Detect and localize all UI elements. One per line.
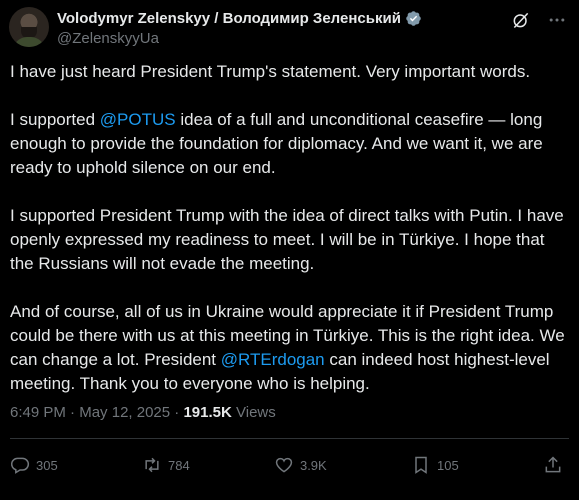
- paragraph-3: I supported President Trump with the ide…: [10, 206, 564, 273]
- like-icon: [275, 457, 293, 473]
- bookmark-icon: [415, 456, 427, 474]
- share-button[interactable]: [543, 455, 563, 475]
- repost-count: 784: [167, 457, 190, 473]
- tweet-time[interactable]: 6:49 PM: [10, 404, 66, 421]
- handle[interactable]: @ZelenskyyUa: [57, 30, 422, 47]
- tweet: Volodymyr Zelenskyy / Володимир Зеленськ…: [0, 0, 579, 500]
- tweet-date[interactable]: May 12, 2025: [79, 404, 170, 421]
- action-bar: 305 784 3.9K 105: [10, 450, 563, 480]
- reply-button[interactable]: 305: [10, 455, 58, 475]
- verified-badge-icon[interactable]: [405, 10, 422, 27]
- avatar-shirt: [13, 37, 45, 47]
- avatar[interactable]: [9, 7, 49, 47]
- paragraph-4: And of course, all of us in Ukraine woul…: [10, 300, 572, 396]
- display-name[interactable]: Volodymyr Zelenskyy / Володимир Зеленськ…: [57, 10, 401, 27]
- tweet-meta: 6:49 PM · May 12, 2025 · 191.5K Views: [10, 404, 276, 421]
- divider: [10, 438, 569, 439]
- like-button[interactable]: 3.9K: [274, 455, 327, 475]
- paragraph-2: I supported @POTUS idea of a full and un…: [10, 108, 572, 180]
- repost-button[interactable]: 784: [142, 455, 190, 475]
- bookmark-button[interactable]: 105: [411, 455, 459, 475]
- views-count: 191.5K: [183, 404, 232, 421]
- share-icon: [545, 456, 561, 473]
- paragraph-2-text-a: I supported: [10, 110, 100, 129]
- like-count: 3.9K: [299, 457, 327, 473]
- mention-rterdogan-link[interactable]: @RTErdogan: [221, 350, 325, 369]
- mention-potus-link[interactable]: @POTUS: [100, 110, 176, 129]
- meta-separator-2: ·: [170, 404, 184, 421]
- reply-count: 305: [36, 457, 58, 473]
- display-name-row: Volodymyr Zelenskyy / Володимир Зеленськ…: [57, 8, 422, 28]
- paragraph-1: I have just heard President Trump's stat…: [10, 62, 531, 81]
- bookmark-count: 105: [437, 457, 459, 473]
- meta-separator: ·: [65, 404, 80, 421]
- more-icon[interactable]: [545, 8, 569, 32]
- tweet-header: Volodymyr Zelenskyy / Володимир Зеленськ…: [9, 6, 569, 48]
- tweet-text: I have just heard President Trump's stat…: [10, 60, 572, 420]
- reply-icon: [10, 457, 30, 474]
- grok-icon[interactable]: [511, 10, 531, 30]
- views-label: Views: [231, 404, 276, 421]
- author-names: Volodymyr Zelenskyy / Володимир Зеленськ…: [57, 8, 422, 47]
- repost-icon: [145, 457, 159, 473]
